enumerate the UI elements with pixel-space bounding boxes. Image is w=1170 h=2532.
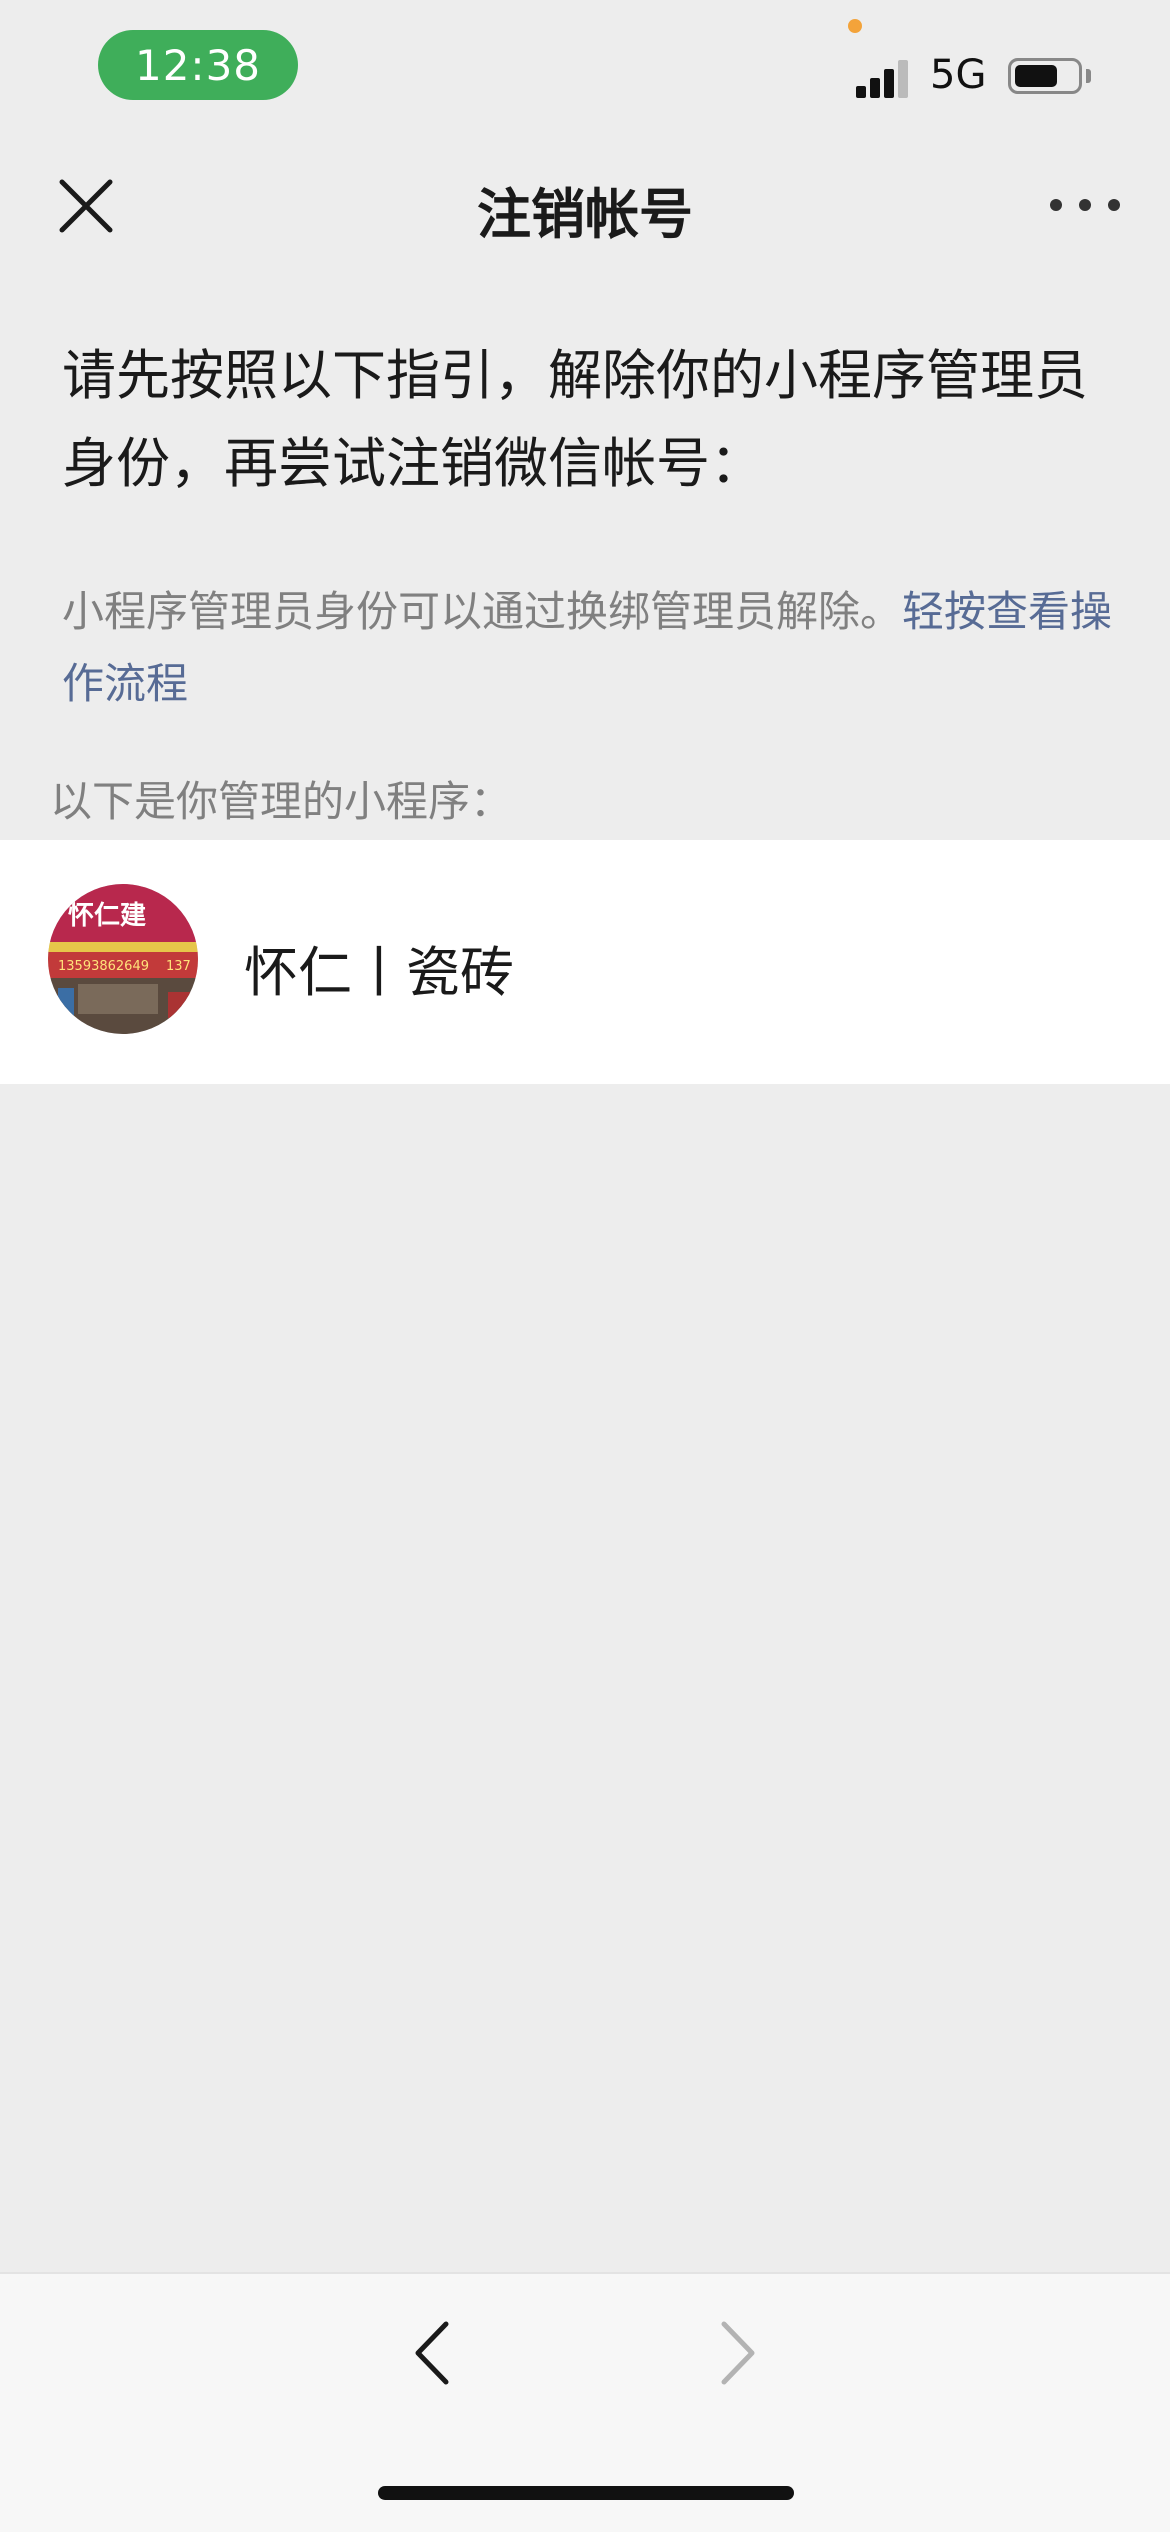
description-text: 小程序管理员身份可以通过换绑管理员解除。 bbox=[62, 587, 903, 636]
avatar-sign-phone: 13593862649 bbox=[58, 959, 149, 974]
back-button[interactable] bbox=[404, 2316, 464, 2390]
privacy-indicator-dot bbox=[848, 19, 862, 33]
network-type: 5G bbox=[930, 52, 987, 98]
instruction-heading: 请先按照以下指引，解除你的小程序管理员身份，再尝试注销微信帐号： bbox=[62, 344, 1088, 495]
instruction-description: 小程序管理员身份可以通过换绑管理员解除。轻按查看操作流程 bbox=[62, 576, 1122, 720]
more-icon bbox=[1050, 199, 1120, 211]
page-title: 注销帐号 bbox=[477, 183, 693, 246]
mini-program-name: 怀仁丨瓷砖 bbox=[244, 941, 514, 1004]
battery-icon bbox=[1008, 58, 1082, 94]
home-indicator bbox=[378, 2486, 794, 2500]
forward-button[interactable] bbox=[706, 2316, 766, 2390]
mini-program-avatar: 怀仁建 13593862649 137 bbox=[48, 884, 198, 1034]
more-button[interactable] bbox=[1050, 190, 1120, 220]
status-time: 12:38 bbox=[98, 30, 298, 100]
avatar-sign-main: 怀仁建 bbox=[68, 901, 146, 931]
avatar-sign-phone2: 137 bbox=[166, 959, 191, 974]
signal-strength-icon bbox=[856, 58, 916, 98]
battery-cap bbox=[1086, 69, 1091, 83]
chevron-right-icon bbox=[721, 2321, 755, 2385]
mini-program-section-label: 以下是你管理的小程序： bbox=[50, 777, 513, 826]
chevron-left-icon bbox=[415, 2321, 449, 2385]
